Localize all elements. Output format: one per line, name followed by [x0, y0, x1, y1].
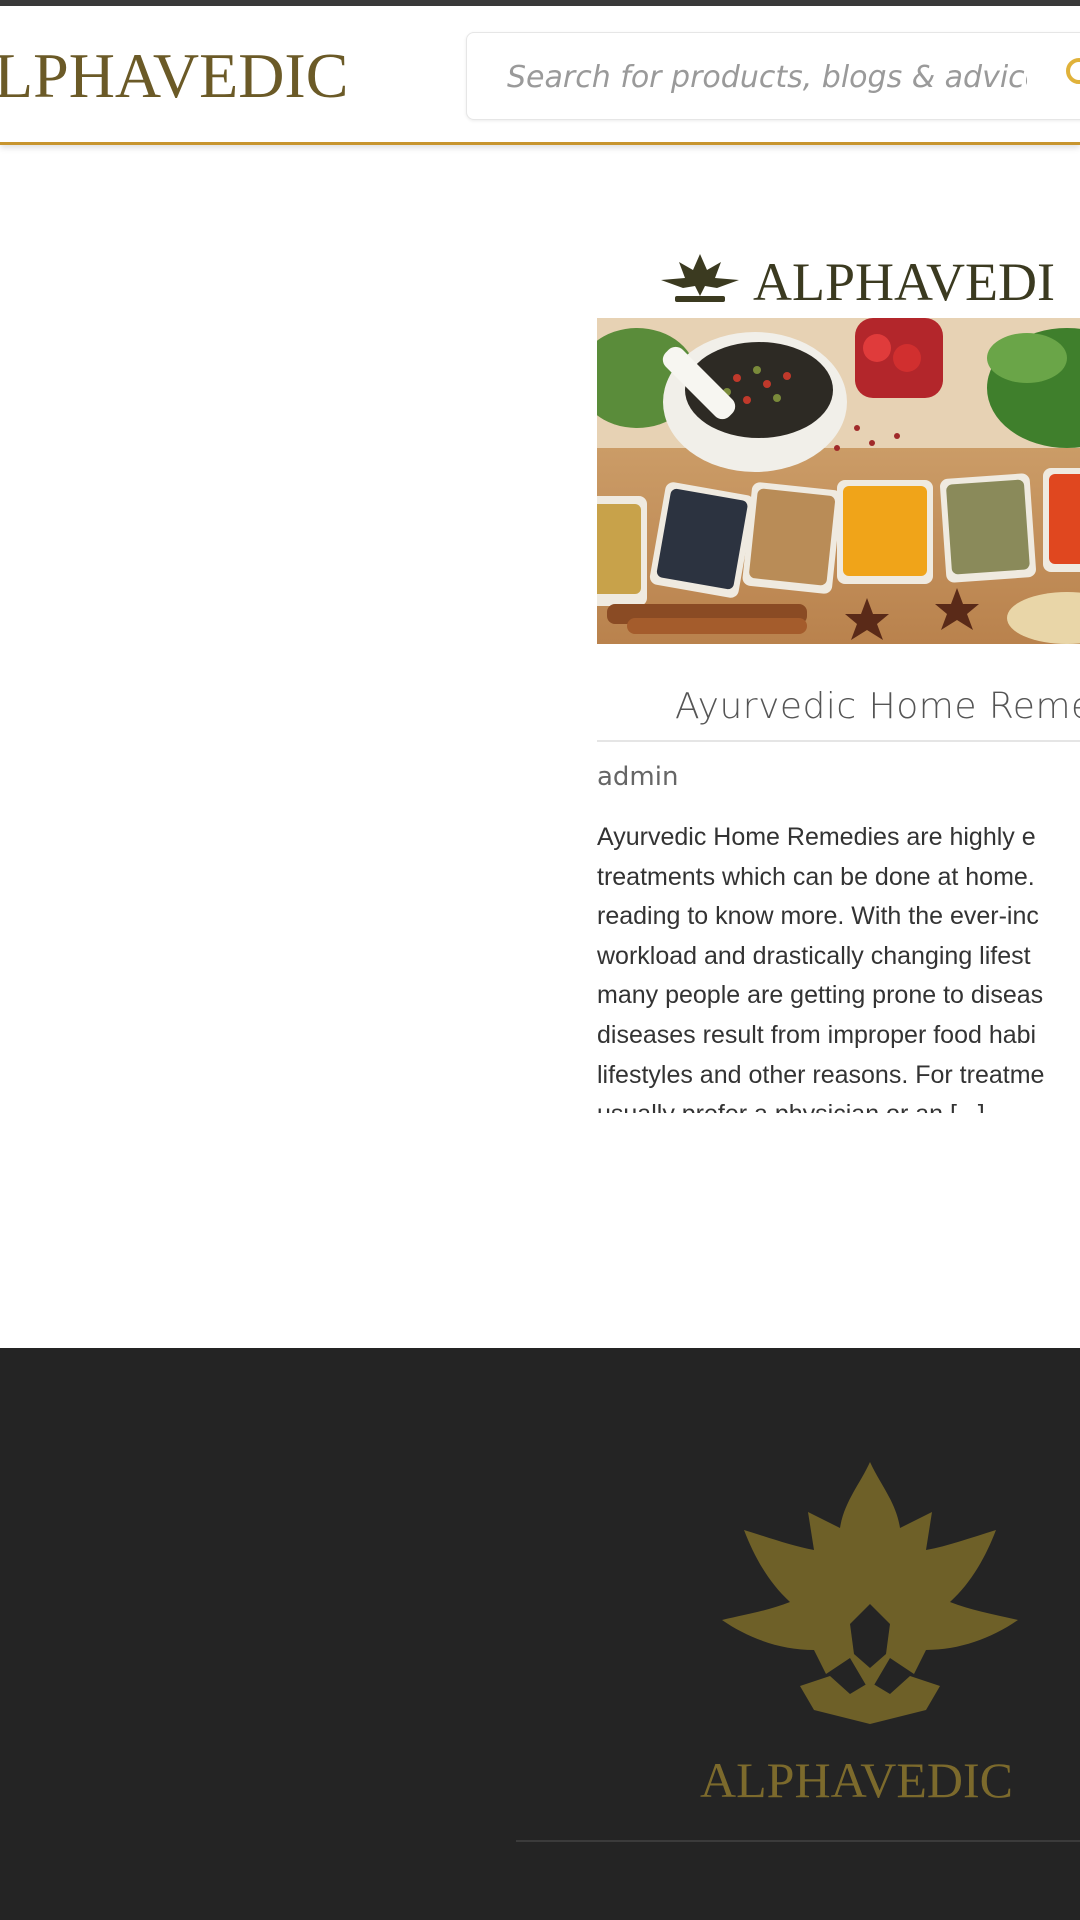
footer-brand-text: ALPHAVEDIC — [700, 1752, 1013, 1808]
excerpt-line: diseases result from improper food habi — [597, 1020, 1037, 1049]
title-divider — [597, 740, 1080, 742]
excerpt-line: reading to know more. With the ever-inc — [597, 902, 1039, 931]
leaf-logo-icon — [722, 1462, 1018, 1724]
post-author[interactable]: admin — [597, 762, 678, 792]
post-logo: ALPHAVEDI — [653, 250, 1080, 312]
post-logo-text: ALPHAVEDI — [753, 252, 1056, 312]
search-input[interactable] — [505, 33, 1029, 121]
footer-divider — [516, 1840, 1080, 1842]
excerpt-line: usually prefer a physician or an [...] — [597, 1095, 1080, 1113]
brand-logo-text[interactable]: LPHAVEDIC — [0, 36, 348, 116]
spices-image — [597, 318, 1080, 644]
site-header: LPHAVEDIC — [0, 6, 1080, 145]
post-featured-image[interactable] — [597, 318, 1080, 644]
excerpt-line: workload and drastically changing lifest — [597, 941, 1031, 970]
post-title[interactable]: Ayurvedic Home Reme — [675, 686, 1080, 727]
excerpt-line: Ayurvedic Home Remedies are highly e — [597, 823, 1036, 851]
post-excerpt: Ayurvedic Home Remedies are highly e tre… — [597, 818, 1080, 1374]
excerpt-line: many people are getting prone to diseas — [597, 981, 1044, 1010]
search-icon[interactable] — [1063, 55, 1080, 95]
excerpt-line: treatments which can be done at home. — [597, 862, 1035, 891]
leaf-logo-icon — [661, 254, 739, 302]
excerpt-line: lifestyles and other reasons. For treatm… — [597, 1060, 1045, 1089]
site-footer: ALPHAVEDIC — [0, 1348, 1080, 1920]
search-bar[interactable] — [466, 32, 1080, 121]
